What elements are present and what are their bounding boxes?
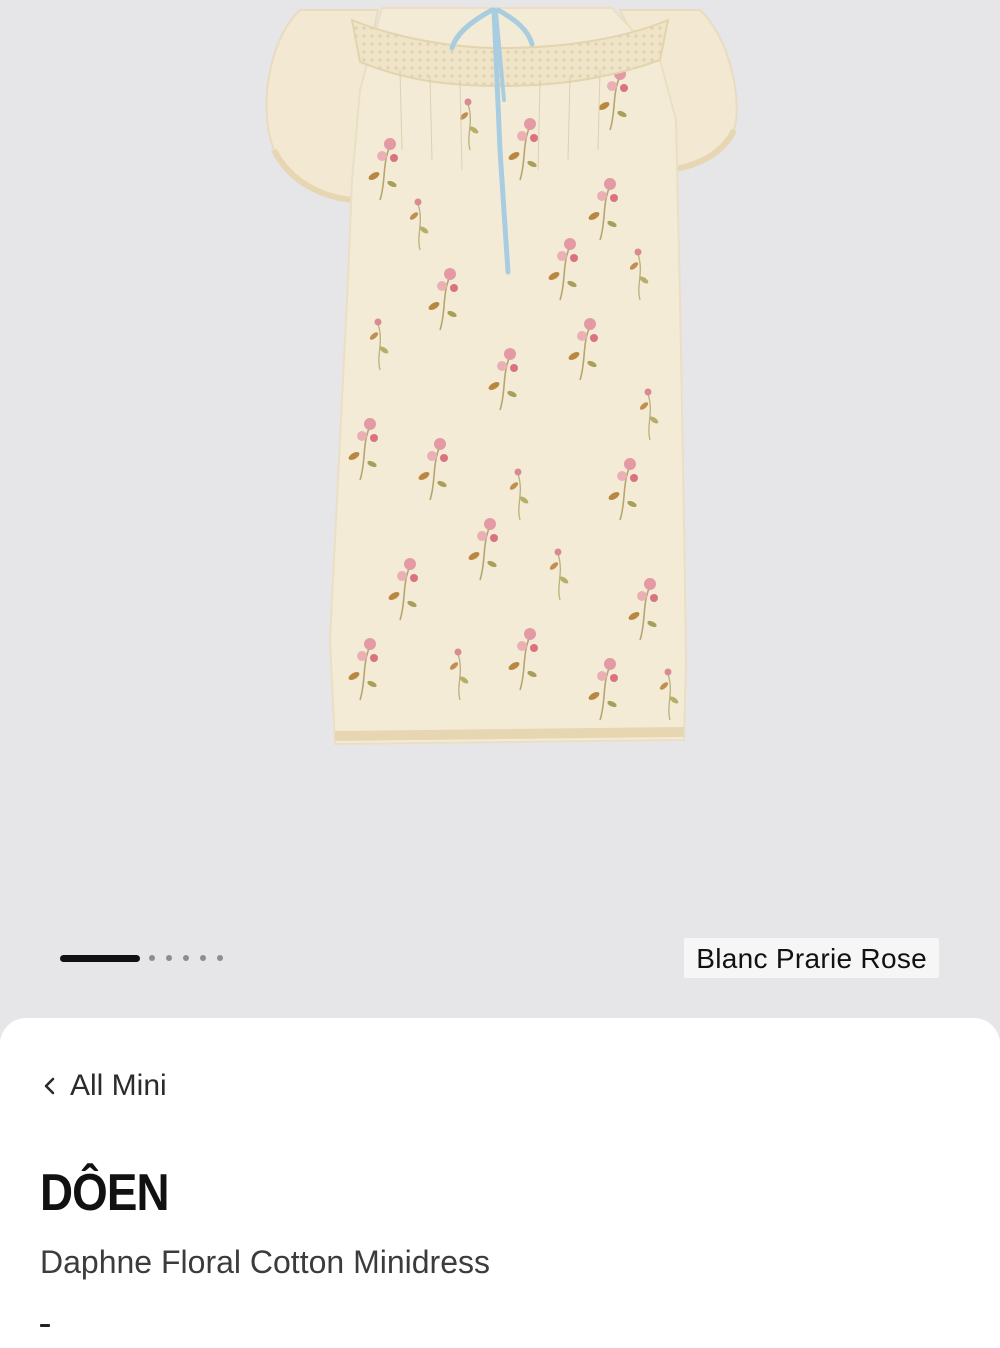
back-to-category-link[interactable]: All Mini	[40, 1066, 167, 1106]
chevron-left-icon	[44, 1077, 55, 1095]
product-image-gallery[interactable]: Blanc Prarie Rose	[0, 0, 1000, 1020]
pager-dot[interactable]	[200, 955, 206, 961]
pager-active-indicator[interactable]	[60, 954, 140, 962]
pager-dot[interactable]	[149, 955, 155, 961]
pager-dot[interactable]	[217, 955, 223, 961]
back-link-label: All Mini	[70, 1069, 167, 1102]
price-partial	[40, 1324, 50, 1327]
pager-dot[interactable]	[183, 955, 189, 961]
color-name-tag: Blanc Prarie Rose	[684, 938, 939, 978]
product-title: Daphne Floral Cotton Minidress	[40, 1244, 490, 1280]
slide-pager[interactable]	[60, 952, 234, 964]
product-photo[interactable]	[0, 0, 1000, 1020]
brand-name[interactable]: DÔEN	[40, 1160, 170, 1226]
pager-dot[interactable]	[166, 955, 172, 961]
